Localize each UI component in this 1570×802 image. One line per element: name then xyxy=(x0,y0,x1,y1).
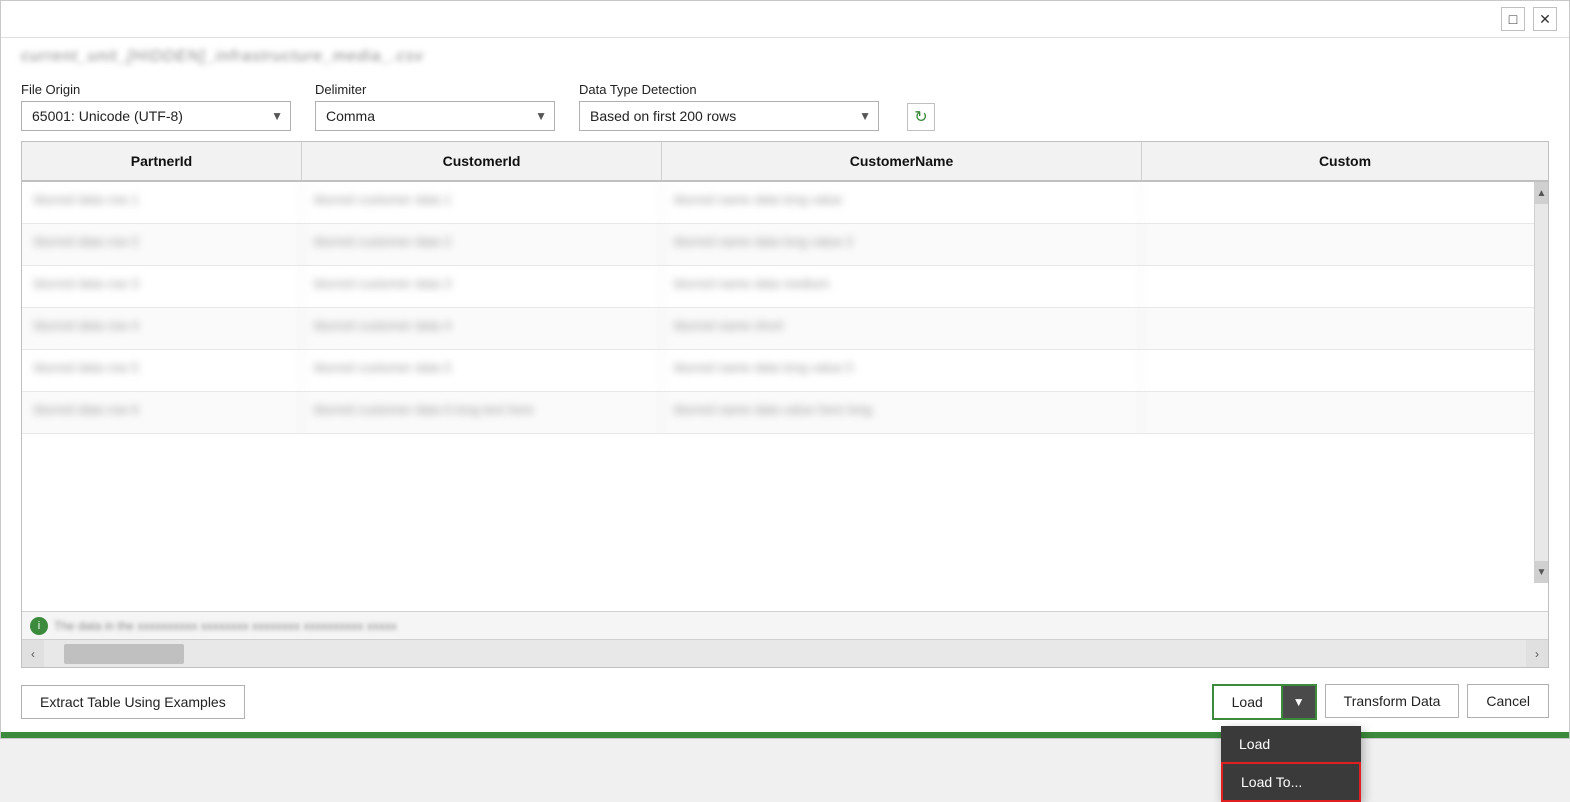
file-origin-select[interactable]: 65001: Unicode (UTF-8)1252: Western Euro… xyxy=(21,101,291,131)
file-origin-select-wrapper: 65001: Unicode (UTF-8)1252: Western Euro… xyxy=(21,101,291,131)
load-dropdown-menu: Load Load To... xyxy=(1221,726,1361,802)
title-bar-controls: □ ✕ xyxy=(1501,7,1557,31)
cell: blurred data row 3 xyxy=(22,266,302,307)
scroll-right-button[interactable]: › xyxy=(1526,640,1548,668)
table-row: blurred data row 6 blurred customer data… xyxy=(22,392,1548,434)
cell: blurred name data long value xyxy=(662,182,1142,223)
data-type-group: Data Type Detection Based on first 200 r… xyxy=(579,82,879,131)
minimize-button[interactable]: □ xyxy=(1501,7,1525,31)
cell: blurred name data medium xyxy=(662,266,1142,307)
delimiter-label: Delimiter xyxy=(315,82,555,97)
load-dropdown-arrow-icon: ▼ xyxy=(1293,695,1305,709)
delimiter-select-wrapper: CommaTabSemicolonSpaceCustom ▼ xyxy=(315,101,555,131)
table-row: blurred data row 5 blurred customer data… xyxy=(22,350,1548,392)
file-path-text: current_unit_[HIDDEN]_infrastructure_med… xyxy=(21,48,424,66)
cell xyxy=(1142,266,1548,307)
col-header-customerid: CustomerId xyxy=(302,142,662,180)
load-dropdown-button[interactable]: ▼ xyxy=(1283,684,1317,720)
scroll-h-thumb xyxy=(64,644,184,664)
cell: blurred customer data 2 xyxy=(302,224,662,265)
controls-row: File Origin 65001: Unicode (UTF-8)1252: … xyxy=(1,74,1569,141)
cell: blurred customer data 6 long text here xyxy=(302,392,662,433)
cell: blurred customer data 4 xyxy=(302,308,662,349)
cell xyxy=(1142,308,1548,349)
cancel-button[interactable]: Cancel xyxy=(1467,684,1549,718)
transform-data-button[interactable]: Transform Data xyxy=(1325,684,1460,718)
status-text: The data in the xxxxxxxxxx xxxxxxxx xxxx… xyxy=(54,619,397,633)
load-split-button: Load ▼ xyxy=(1212,684,1317,720)
table-row: blurred data row 3 blurred customer data… xyxy=(22,266,1548,308)
cell: blurred name data long value 2 xyxy=(662,224,1142,265)
table-row: blurred data row 2 blurred customer data… xyxy=(22,224,1548,266)
dropdown-item-load-to[interactable]: Load To... xyxy=(1221,762,1361,802)
load-button[interactable]: Load xyxy=(1212,684,1283,720)
refresh-icon: ↻ xyxy=(914,107,927,127)
data-type-select[interactable]: Based on first 200 rowsBased on entire d… xyxy=(579,101,879,131)
table-row: blurred data row 1 blurred customer data… xyxy=(22,182,1548,224)
close-button[interactable]: ✕ xyxy=(1533,7,1557,31)
file-origin-label: File Origin xyxy=(21,82,291,97)
scroll-left-button[interactable]: ‹ xyxy=(22,640,44,668)
cell xyxy=(1142,392,1548,433)
cell: blurred data row 4 xyxy=(22,308,302,349)
file-origin-group: File Origin 65001: Unicode (UTF-8)1252: … xyxy=(21,82,291,131)
delimiter-select[interactable]: CommaTabSemicolonSpaceCustom xyxy=(315,101,555,131)
right-buttons-group: Load ▼ Load Load To... Transform Data Ca… xyxy=(1212,684,1549,720)
col-header-partnerid: PartnerId xyxy=(22,142,302,180)
cell xyxy=(1142,224,1548,265)
data-table-container: PartnerId CustomerId CustomerName Custom… xyxy=(21,141,1549,668)
scroll-track xyxy=(1535,204,1548,561)
scroll-up-button[interactable]: ▲ xyxy=(1535,182,1549,204)
col-header-customername: CustomerName xyxy=(662,142,1142,180)
table-body: blurred data row 1 blurred customer data… xyxy=(22,182,1548,611)
title-bar: □ ✕ xyxy=(1,1,1569,38)
table-header: PartnerId CustomerId CustomerName Custom xyxy=(22,142,1548,182)
dropdown-item-load[interactable]: Load xyxy=(1221,726,1361,762)
footer-row: Extract Table Using Examples Load ▼ Load… xyxy=(1,668,1569,732)
cell xyxy=(1142,350,1548,391)
data-type-select-wrapper: Based on first 200 rowsBased on entire d… xyxy=(579,101,879,131)
delimiter-group: Delimiter CommaTabSemicolonSpaceCustom ▼ xyxy=(315,82,555,131)
refresh-button[interactable]: ↻ xyxy=(907,103,935,131)
vertical-scrollbar: ▲ ▼ xyxy=(1534,182,1548,583)
dialog-window: □ ✕ current_unit_[HIDDEN]_infrastructure… xyxy=(0,0,1570,739)
table-row: blurred data row 4 blurred customer data… xyxy=(22,308,1548,350)
cell: blurred customer data 1 xyxy=(302,182,662,223)
cell: blurred data row 5 xyxy=(22,350,302,391)
status-bar: i The data in the xxxxxxxxxx xxxxxxxx xx… xyxy=(22,611,1548,639)
cell xyxy=(1142,182,1548,223)
cell: blurred name data value here long xyxy=(662,392,1142,433)
cell: blurred customer data 5 xyxy=(302,350,662,391)
cell: blurred name data long value 5 xyxy=(662,350,1142,391)
cell: blurred data row 1 xyxy=(22,182,302,223)
cell: blurred data row 2 xyxy=(22,224,302,265)
cell: blurred customer data 3 xyxy=(302,266,662,307)
cell: blurred data row 6 xyxy=(22,392,302,433)
data-type-label: Data Type Detection xyxy=(579,82,879,97)
extract-table-button[interactable]: Extract Table Using Examples xyxy=(21,685,245,719)
col-header-custom: Custom xyxy=(1142,142,1548,180)
cell: blurred name short xyxy=(662,308,1142,349)
status-icon: i xyxy=(30,617,48,635)
file-path-bar: current_unit_[HIDDEN]_infrastructure_med… xyxy=(1,38,1569,74)
scroll-down-button[interactable]: ▼ xyxy=(1535,561,1549,583)
scroll-h-track xyxy=(44,640,1526,667)
horizontal-scrollbar: ‹ › xyxy=(22,639,1548,667)
